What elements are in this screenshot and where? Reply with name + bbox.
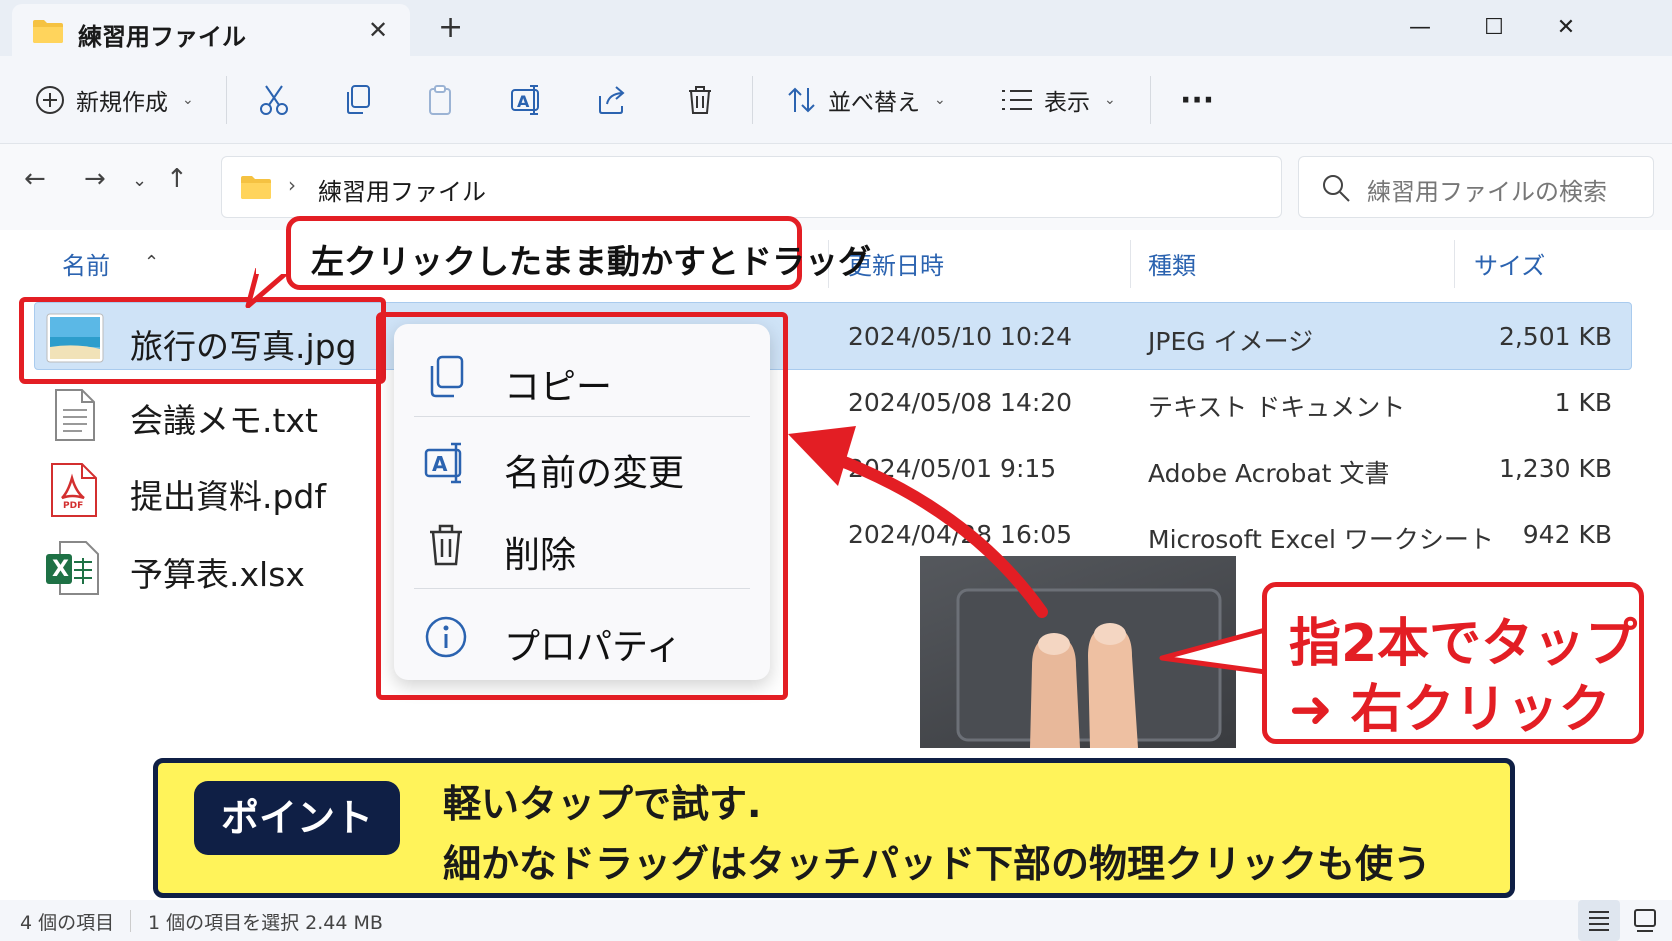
- file-type: Microsoft Excel ワークシート: [1148, 525, 1494, 554]
- file-size: 2,501 KB: [1498, 322, 1612, 351]
- minimize-button[interactable]: —: [1400, 10, 1440, 46]
- copy-icon[interactable]: [340, 82, 376, 118]
- new-button-label: 新規作成: [76, 90, 168, 116]
- search-icon: [1323, 175, 1350, 202]
- sort-icon: [788, 87, 815, 113]
- search-box[interactable]: 練習用ファイルの検索: [1298, 156, 1654, 218]
- status-divider: [130, 910, 131, 932]
- point-badge: ポイント: [194, 781, 400, 855]
- point-text-line2: 細かなドラッグはタッチパッド下部の物理クリックも使う: [443, 842, 1432, 886]
- view-button[interactable]: 表示 ⌄: [1000, 56, 1116, 144]
- folder-icon: [33, 20, 63, 43]
- thumbnail-view-icon: [1634, 909, 1656, 932]
- paste-icon[interactable]: [422, 82, 458, 118]
- text-file-icon: [55, 389, 95, 441]
- close-window-button[interactable]: ✕: [1546, 10, 1586, 46]
- cut-icon[interactable]: [256, 82, 292, 118]
- svg-text:A: A: [517, 92, 530, 111]
- column-divider: [1454, 240, 1455, 288]
- file-modified: 2024/05/10 10:24: [848, 322, 1073, 351]
- file-name: 予算表.xlsx: [130, 555, 305, 594]
- status-bar: 4 個の項目 1 個の項目を選択 2.44 MB: [0, 900, 1672, 941]
- selection-info: 1 個の項目を選択 2.44 MB: [148, 912, 383, 934]
- thumbnail-view-button[interactable]: [1624, 900, 1666, 941]
- file-size: 942 KB: [1522, 520, 1612, 549]
- point-banner: ポイント 軽いタップで試す. 細かなドラッグはタッチパッド下部の物理クリックも使…: [153, 758, 1515, 898]
- tab-title: 練習用ファイル: [78, 23, 246, 51]
- two-finger-callout-tail: [1159, 623, 1280, 677]
- column-header-size[interactable]: サイズ: [1474, 246, 1545, 281]
- sort-button[interactable]: 並べ替え ⌄: [786, 56, 946, 144]
- up-arrow-icon[interactable]: ↑: [166, 164, 188, 194]
- file-size: 1 KB: [1554, 388, 1612, 417]
- divider: [1150, 76, 1151, 124]
- folder-icon: [241, 176, 271, 199]
- chevron-down-icon: ⌄: [934, 92, 946, 108]
- two-finger-callout: 指2本でタップ ➜ 右クリック: [1262, 582, 1644, 744]
- file-size: 1,230 KB: [1498, 454, 1612, 483]
- file-modified: 2024/05/08 14:20: [848, 388, 1073, 417]
- view-button-label: 表示: [1044, 90, 1090, 116]
- rename-icon[interactable]: A: [508, 82, 544, 118]
- pdf-badge: PDF: [63, 501, 84, 511]
- breadcrumb-separator: ›: [288, 173, 296, 197]
- column-header-type[interactable]: 種類: [1148, 246, 1196, 281]
- command-bar: 新規作成 ⌄ A 並べ替え ⌄ 表示 ⌄ ···: [0, 56, 1672, 144]
- details-view-button[interactable]: [1578, 900, 1620, 941]
- point-text-line1: 軽いタップで試す.: [443, 782, 762, 826]
- pointer-arrow-icon: [788, 426, 1048, 618]
- drag-highlight-box: [19, 297, 386, 384]
- list-view-icon: [1002, 90, 1032, 110]
- file-type: Adobe Acrobat 文書: [1148, 459, 1390, 488]
- new-button[interactable]: 新規作成 ⌄: [34, 56, 194, 144]
- drag-callout-text: 左クリックしたまま動かすとドラッグ: [311, 242, 872, 281]
- maximize-button[interactable]: ☐: [1474, 10, 1514, 46]
- file-name: 提出資料.pdf: [130, 477, 327, 516]
- excel-icon: X: [44, 540, 100, 596]
- divider: [752, 76, 753, 124]
- drag-callout: 左クリックしたまま動かすとドラッグ: [286, 216, 871, 290]
- back-arrow-icon[interactable]: ←: [24, 164, 46, 194]
- file-type: テキスト ドキュメント: [1148, 393, 1406, 422]
- share-icon[interactable]: [594, 82, 630, 118]
- sort-button-label: 並べ替え: [828, 90, 920, 116]
- recent-locations-chevron-icon[interactable]: ⌄: [132, 170, 147, 191]
- more-options-button[interactable]: ···: [1180, 56, 1214, 144]
- chevron-down-icon: ⌄: [182, 92, 194, 108]
- new-tab-button[interactable]: +: [438, 10, 463, 45]
- column-divider: [1130, 240, 1131, 288]
- details-view-icon: [1589, 911, 1609, 931]
- address-bar[interactable]: › 練習用ファイル: [221, 156, 1282, 218]
- tab-close-icon[interactable]: ✕: [368, 16, 388, 44]
- two-finger-text-line2: ➜ 右クリック: [1289, 680, 1611, 740]
- excel-badge: X: [52, 557, 69, 582]
- file-name: 会議メモ.txt: [130, 401, 318, 440]
- context-menu-highlight-box: [376, 312, 788, 700]
- column-header-name[interactable]: 名前: [62, 246, 110, 281]
- item-count: 4 個の項目: [20, 912, 115, 934]
- pdf-icon: PDF: [50, 462, 98, 518]
- navigation-bar: ← → ⌄ ↑ › 練習用ファイル 練習用ファイルの検索: [0, 144, 1672, 230]
- chevron-down-icon: ⌄: [1104, 92, 1116, 108]
- title-bar: 練習用ファイル ✕ + — ☐ ✕: [0, 0, 1672, 56]
- tab-practice-files[interactable]: 練習用ファイル ✕: [12, 4, 410, 56]
- two-finger-text-line1: 指2本でタップ: [1289, 614, 1638, 674]
- file-type: JPEG イメージ: [1148, 327, 1314, 356]
- breadcrumb-folder[interactable]: 練習用ファイル: [318, 172, 486, 207]
- search-input[interactable]: 練習用ファイルの検索: [1367, 172, 1607, 207]
- plus-circle-icon: [36, 86, 64, 114]
- trash-icon[interactable]: [682, 82, 718, 118]
- forward-arrow-icon[interactable]: →: [84, 164, 106, 194]
- divider: [226, 76, 227, 124]
- sort-ascending-icon: ⌃: [144, 252, 160, 273]
